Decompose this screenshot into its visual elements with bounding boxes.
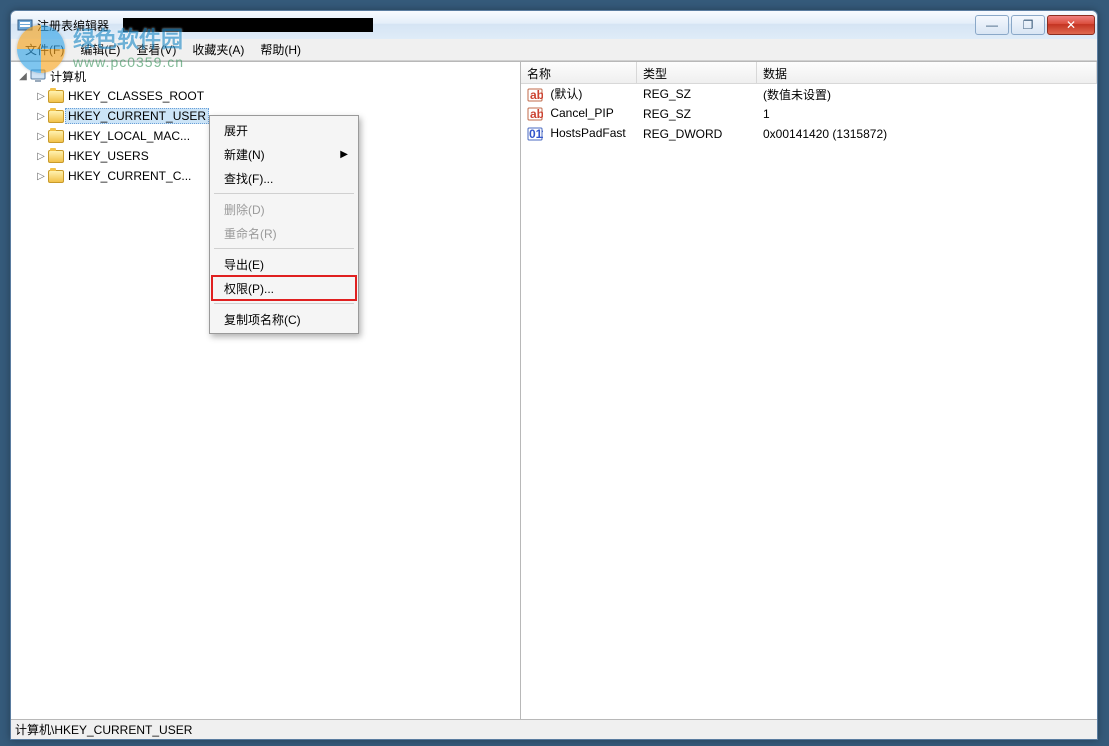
column-header-data[interactable]: 数据 [757,62,1097,83]
regedit-window: 绿色软件园 www.pc0359.cn 注册表编辑器 — ❐ ✕ 文件(F) 编… [10,10,1098,740]
svg-text:ab: ab [530,88,543,102]
menu-view[interactable]: 查看(V) [128,39,184,60]
tree-item-label: HKEY_USERS [65,148,152,164]
column-header-type[interactable]: 类型 [637,62,757,83]
minimize-button[interactable]: — [975,15,1009,35]
computer-icon [29,68,47,84]
context-menu-separator [214,248,354,249]
folder-icon [47,90,65,103]
context-menu-delete: 删除(D) [212,197,356,221]
value-data: 1 [757,106,1097,122]
value-data: (数值未设置) [757,85,1097,104]
title-bar[interactable]: 注册表编辑器 — ❐ ✕ [11,11,1097,39]
folder-icon [47,170,65,183]
list-row[interactable]: ab Cancel_PIP REG_SZ 1 [521,104,1097,124]
submenu-arrow-icon: ▶ [340,149,348,160]
value-type: REG_SZ [637,106,757,122]
string-value-icon: ab [527,106,543,122]
context-menu-export[interactable]: 导出(E) [212,252,356,276]
expand-icon[interactable]: ▷ [35,151,47,162]
app-icon [17,17,33,33]
close-button[interactable]: ✕ [1047,15,1095,35]
context-menu-expand[interactable]: 展开 [212,118,356,142]
menu-file[interactable]: 文件(F) [17,39,72,60]
tree-root-computer[interactable]: ◢ 计算机 [11,66,520,86]
list-header: 名称 类型 数据 [521,62,1097,84]
menu-help[interactable]: 帮助(H) [252,39,309,60]
work-area: ◢ 计算机 ▷ HKEY_CLASSES_ROOT ▷ HKEY_CURRENT… [11,61,1097,719]
tree-item-label: HKEY_CLASSES_ROOT [65,88,207,104]
context-menu-new[interactable]: 新建(N)▶ [212,142,356,166]
window-title: 注册表编辑器 [37,17,119,34]
tree-item-label: HKEY_CURRENT_USER [65,108,209,124]
value-type: REG_SZ [637,86,757,102]
status-bar: 计算机\HKEY_CURRENT_USER [11,719,1097,739]
expand-icon[interactable]: ▷ [35,91,47,102]
context-menu-separator [214,193,354,194]
dword-value-icon: 011 [527,126,543,142]
context-menu-separator [214,303,354,304]
list-row[interactable]: ab (默认) REG_SZ (数值未设置) [521,84,1097,104]
expand-icon[interactable]: ▷ [35,131,47,142]
svg-text:ab: ab [530,107,543,121]
redacted-bar [123,18,373,32]
value-name: HostsPadFast [550,126,625,140]
tree-root-label: 计算机 [47,67,89,86]
list-body[interactable]: ab (默认) REG_SZ (数值未设置) ab Cancel_PIP REG… [521,84,1097,719]
tree-item-label: HKEY_CURRENT_C... [65,168,194,184]
context-menu-find[interactable]: 查找(F)... [212,166,356,190]
tree-item-label: HKEY_LOCAL_MAC... [65,128,193,144]
expand-icon[interactable]: ▷ [35,111,47,122]
tree-item-hkcr[interactable]: ▷ HKEY_CLASSES_ROOT [11,86,520,106]
status-path: 计算机\HKEY_CURRENT_USER [15,721,192,738]
folder-icon [47,150,65,163]
string-value-icon: ab [527,87,543,103]
value-list-panel: 名称 类型 数据 ab (默认) REG_SZ (数值未设置) ab Cance… [521,62,1097,719]
expand-icon[interactable]: ◢ [17,71,29,82]
menu-favorites[interactable]: 收藏夹(A) [184,39,252,60]
value-type: REG_DWORD [637,126,757,142]
folder-icon [47,110,65,123]
svg-text:011: 011 [529,127,543,141]
context-menu-rename: 重命名(R) [212,221,356,245]
maximize-button[interactable]: ❐ [1011,15,1045,35]
expand-icon[interactable]: ▷ [35,171,47,182]
menu-edit[interactable]: 编辑(E) [72,39,128,60]
list-row[interactable]: 011 HostsPadFast REG_DWORD 0x00141420 (1… [521,124,1097,144]
context-menu-permissions[interactable]: 权限(P)... [212,276,356,300]
context-menu-copy-key-name[interactable]: 复制项名称(C) [212,307,356,331]
context-menu: 展开 新建(N)▶ 查找(F)... 删除(D) 重命名(R) 导出(E) 权限… [209,115,359,334]
menu-bar: 文件(F) 编辑(E) 查看(V) 收藏夹(A) 帮助(H) [11,39,1097,61]
value-name: Cancel_PIP [550,106,613,120]
folder-icon [47,130,65,143]
value-data: 0x00141420 (1315872) [757,126,1097,142]
column-header-name[interactable]: 名称 [521,62,637,83]
value-name: (默认) [550,87,582,101]
